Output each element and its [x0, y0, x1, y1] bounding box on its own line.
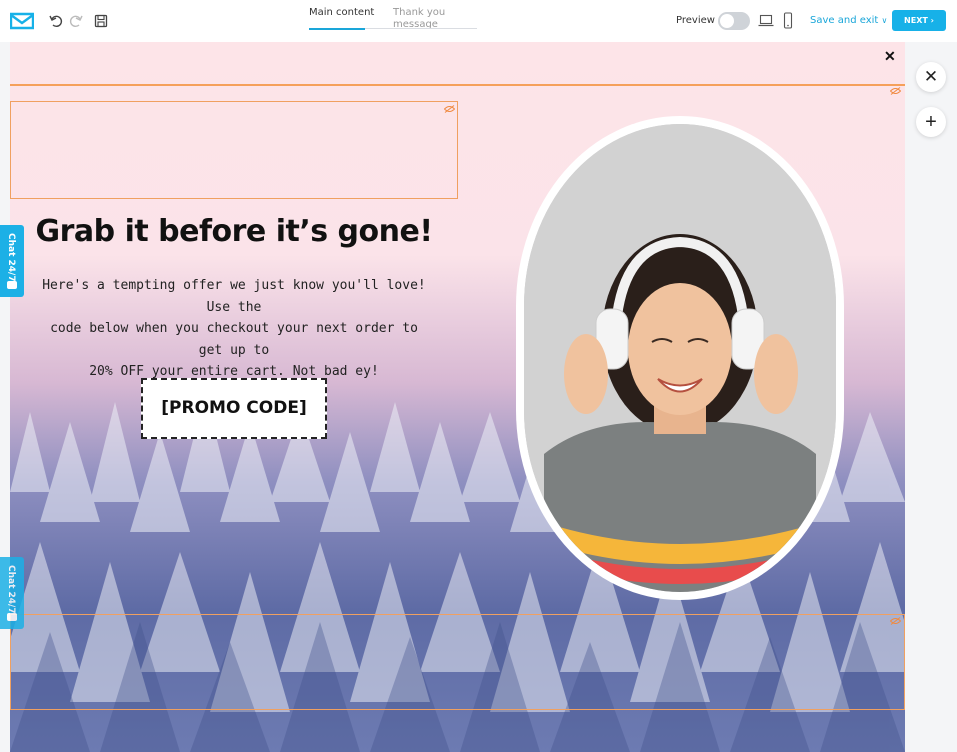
- save-icon[interactable]: [93, 13, 109, 29]
- hidden-eye-icon[interactable]: [890, 617, 901, 625]
- chat-tab-label: Chat 24/7: [6, 565, 16, 614]
- chat-bubble-icon: [7, 281, 17, 289]
- chat-tab-label: Chat 24/7: [6, 233, 16, 282]
- tab-track: [365, 28, 477, 29]
- photo-frame[interactable]: [516, 116, 844, 600]
- popup-close-button[interactable]: ✕: [884, 48, 896, 65]
- header-guide-line: [10, 84, 905, 86]
- redo-icon[interactable]: [68, 13, 84, 29]
- body-line-2: code below when you checkout your next o…: [50, 321, 418, 358]
- chat-widget-tab[interactable]: Chat 24/7: [0, 225, 24, 297]
- content-tabs: Main content Thank you message: [309, 0, 479, 42]
- next-button[interactable]: NEXT ›: [892, 10, 946, 31]
- save-and-exit-label: Save and exit: [810, 15, 879, 26]
- popup-headline[interactable]: Grab it before it’s gone!: [10, 214, 458, 249]
- top-toolbar: Main content Thank you message Preview S…: [0, 0, 957, 42]
- hidden-eye-icon[interactable]: [444, 105, 455, 113]
- mobile-icon[interactable]: [783, 12, 793, 29]
- save-and-exit-button[interactable]: Save and exit ∨: [810, 15, 887, 26]
- chevron-right-icon: ›: [930, 16, 934, 25]
- hidden-eye-icon[interactable]: [890, 87, 901, 95]
- chat-widget-tab-secondary[interactable]: Chat 24/7: [0, 557, 24, 629]
- popup-canvas: ✕ Grab it before it’s gone! Here's a tem…: [10, 42, 905, 752]
- empty-block-outline[interactable]: [10, 101, 458, 199]
- preview-toggle[interactable]: [718, 12, 750, 30]
- popup-body-text[interactable]: Here's a tempting offer we just know you…: [40, 275, 428, 383]
- envelope-logo-icon[interactable]: [10, 12, 34, 30]
- chat-bubble-icon: [7, 613, 17, 621]
- woman-headphones-photo: [524, 124, 836, 592]
- active-tab-underline: [309, 28, 365, 30]
- tab-main-content[interactable]: Main content: [309, 7, 374, 19]
- undo-icon[interactable]: [48, 13, 64, 29]
- chevron-down-icon: ∨: [881, 16, 888, 25]
- footer-block-outline[interactable]: [10, 614, 905, 710]
- promo-code-box[interactable]: [PROMO CODE]: [141, 378, 327, 439]
- preview-toggle-knob: [720, 14, 734, 28]
- next-label: NEXT: [904, 16, 928, 25]
- close-editor-button[interactable]: ✕: [916, 62, 946, 92]
- add-element-button[interactable]: +: [916, 107, 946, 137]
- preview-label: Preview: [676, 15, 715, 26]
- laptop-icon[interactable]: [758, 14, 774, 27]
- woman-headphones-illustration: [524, 124, 836, 592]
- body-line-1: Here's a tempting offer we just know you…: [42, 278, 426, 315]
